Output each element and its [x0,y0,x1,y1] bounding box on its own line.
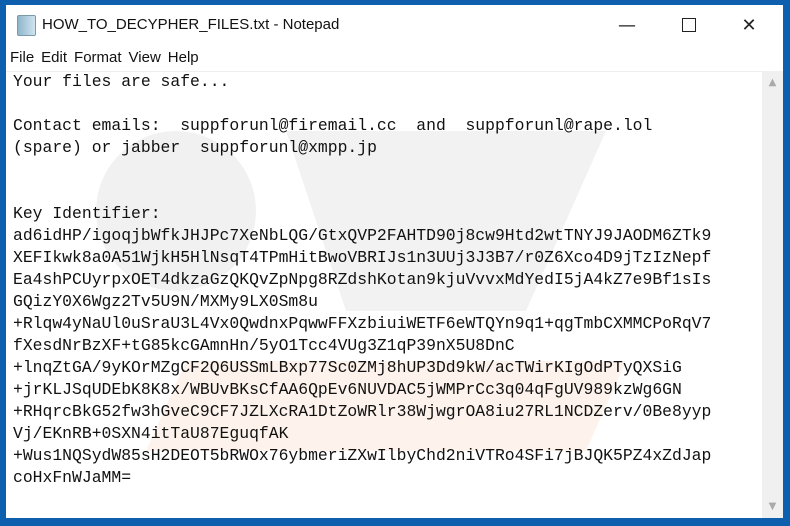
text-line: +Wus1NQSydW85sH2DEOT5bRWOx76ybmeriZXwIlb… [13,446,712,465]
scroll-up-icon[interactable]: ▲ [762,77,783,88]
text-line [13,159,711,181]
minimize-button[interactable]: — [604,5,650,45]
text-line: GQizY0X6Wgz2Tv5U9N/MXMy9LX0Sm8u [13,292,318,311]
text-line: +Rlqw4yNaUl0uSraU3L4Vx0QwdnxPqwwFFXzbiui… [13,314,712,333]
title-bar: HOW_TO_DECYPHER_FILES.txt - Notepad — ✕ [6,5,783,45]
text-line: fXesdNrBzXF+tG85kcGAmnHn/5yO1Tcc4VUg3Z1q… [13,336,515,355]
text-line: coHxFnWJaMM= [13,468,132,487]
menu-format[interactable]: Format [70,47,125,71]
menu-file[interactable]: File [6,47,37,71]
text-line: ad6idHP/igoqjbWfkJHJPc7XeNbLQG/GtxQVP2FA… [13,226,712,245]
window-title: HOW_TO_DECYPHER_FILES.txt - Notepad [42,16,340,33]
text-line: +RHqrcBkG52fw3hGveC9CF7JZLXcRA1DtZoWRlr3… [13,402,712,421]
text-line: +jrKLJSqUDEbK8K8x/WBUvBKsCfAA6QpEv6NUVDA… [13,380,682,399]
text-line: Your files are safe... [13,72,230,91]
menu-view[interactable]: View [125,47,164,71]
text-line [13,93,711,115]
minimize-icon: — [618,14,636,36]
notepad-icon [17,15,36,36]
close-icon: ✕ [741,14,757,36]
text-line: +lnqZtGA/9yKOrMZgCF2Q6USSmLBxp77Sc0ZMj8h… [13,358,682,377]
text-line [13,181,711,203]
text-line: Contact emails: suppforunl@firemail.cc a… [13,116,653,135]
text-line: (spare) or jabber suppforunl@xmpp.jp [13,138,377,157]
vertical-scrollbar[interactable]: ▲ ▼ [762,71,783,518]
text-line: XEFIkwk8a0A51WjkH5HlNsqT4TPmHitBwoVBRIJs… [13,248,712,267]
maximize-icon [682,18,696,32]
close-button[interactable]: ✕ [726,5,772,45]
menu-edit[interactable]: Edit [37,47,70,71]
menu-help[interactable]: Help [164,47,202,71]
text-line: Key Identifier: [13,204,161,223]
text-editor[interactable]: Your files are safe... Contact emails: su… [6,71,762,518]
notepad-window: HOW_TO_DECYPHER_FILES.txt - Notepad — ✕ … [6,5,783,518]
scroll-down-icon[interactable]: ▼ [762,501,783,512]
text-line: Vj/EKnRB+0SXN4itTaU87EguqfAK [13,424,289,443]
maximize-button[interactable] [666,5,712,45]
text-line: Ea4shPCUyrpxOET4dkzaGzQKQvZpNpg8RZdshKot… [13,270,712,289]
document-text: Your files are safe... Contact emails: su… [13,71,711,489]
menu-bar: File Edit Format View Help [6,47,783,72]
